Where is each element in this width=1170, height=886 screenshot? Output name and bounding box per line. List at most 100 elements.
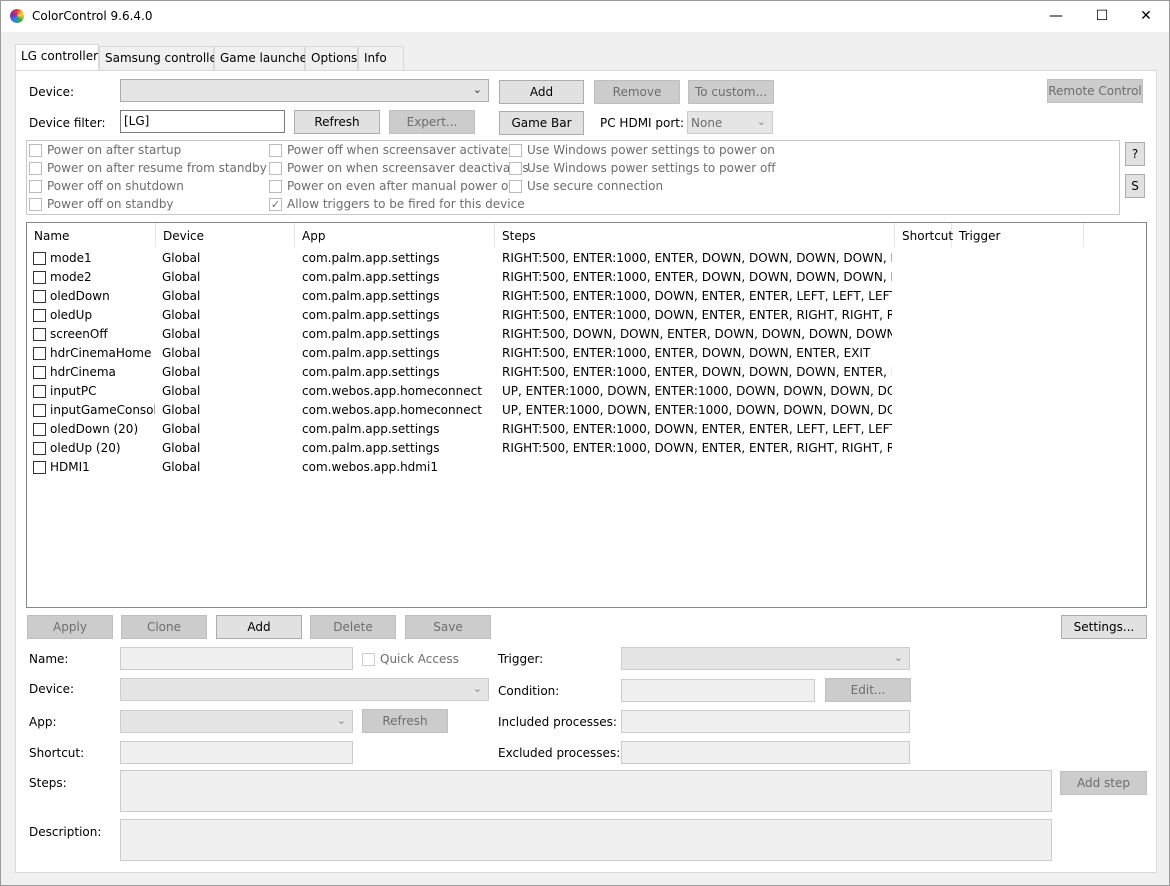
game-bar-button[interactable]: Game Bar [499,111,584,135]
table-row[interactable]: inputGameConsole Global com.webos.app.home… [27,401,1146,420]
windows-power-off-checkbox[interactable]: Use Windows power settings to power off [509,161,776,175]
column-header-app[interactable]: App [295,223,495,247]
allow-triggers-checkbox[interactable]: ✓ Allow triggers to be fired for this dev… [269,197,525,211]
power-on-after-manual-off-checkbox[interactable]: Power on even after manual power off [269,179,517,193]
table-row[interactable]: hdrCinema Global com.palm.app.settings RIGH… [27,363,1146,382]
table-row[interactable]: screenOff Global com.palm.app.settings RIGH… [27,325,1146,344]
cell-device: Global [162,289,201,303]
column-header-name[interactable]: Name [27,223,156,247]
row-checkbox[interactable] [33,290,46,303]
apply-button[interactable]: Apply [27,615,113,639]
power-on-screensaver-deactivates-checkbox[interactable]: Power on when screensaver deactivates [269,161,529,175]
row-checkbox[interactable] [33,252,46,265]
condition-label: Condition: [498,684,560,698]
expert-button[interactable]: Expert... [389,110,475,134]
table-row[interactable]: oledDown Global com.palm.app.settings RIGHT… [27,287,1146,306]
add-preset-button[interactable]: Add [216,615,302,639]
cell-steps: RIGHT:500, ENTER:1000, ENTER, DOWN, DOWN… [502,365,892,379]
table-row[interactable]: mode2 Global com.palm.app.settings RIGHT:50… [27,268,1146,287]
cell-app: com.palm.app.settings [302,441,440,455]
row-checkbox[interactable] [33,309,46,322]
presets-table[interactable]: Name Device App Steps Shortcut Trigger m… [26,222,1147,608]
row-checkbox[interactable] [33,442,46,455]
excluded-processes-field[interactable] [621,741,910,764]
minimize-button[interactable]: — [1033,1,1079,32]
shortcut-field[interactable] [120,741,353,764]
tab-game-launcher[interactable]: Game launcher [214,46,312,70]
close-button[interactable]: ✕ [1123,1,1169,32]
s-button[interactable]: S [1125,174,1145,198]
settings-button[interactable]: Settings... [1061,615,1147,639]
refresh-devices-button[interactable]: Refresh [294,110,380,134]
column-header-steps[interactable]: Steps [495,223,895,247]
device-select[interactable]: ⌄ [120,79,489,102]
table-row[interactable]: oledDown (20) Global com.palm.app.settings… [27,420,1146,439]
cell-steps: RIGHT:500, ENTER:1000, ENTER, DOWN, DOWN… [502,346,871,360]
checkbox-icon [269,161,282,175]
cell-device: Global [162,327,201,341]
power-on-after-startup-checkbox[interactable]: Power on after startup [29,143,181,157]
maximize-button[interactable]: ☐ [1079,1,1125,32]
cell-steps: RIGHT:500, ENTER:1000, DOWN, ENTER, ENTE… [502,308,892,322]
secure-connection-checkbox[interactable]: Use secure connection [509,179,663,193]
trigger-select[interactable]: ⌄ [621,647,910,670]
refresh-apps-button[interactable]: Refresh [362,709,448,733]
device-editor-label: Device: [29,682,75,696]
row-checkbox[interactable] [33,461,46,474]
column-header-trigger[interactable]: Trigger [952,223,1084,247]
to-custom-button[interactable]: To custom... [688,80,774,104]
table-row[interactable]: oledUp Global com.palm.app.settings RIGHT:5… [27,306,1146,325]
title-bar: ColorControl 9.6.4.0 — ☐ ✕ [1,1,1169,32]
row-checkbox[interactable] [33,271,46,284]
included-processes-field[interactable] [621,710,910,733]
description-field[interactable] [120,819,1052,861]
cell-name: mode2 [50,270,92,284]
pc-hdmi-port-select[interactable]: None ⌄ [687,111,773,134]
tab-options[interactable]: Options [305,46,358,70]
remote-control-button[interactable]: Remote Control [1047,79,1143,103]
tab-lg-controller[interactable]: LG controller [15,44,99,70]
row-checkbox[interactable] [33,366,46,379]
description-label: Description: [29,825,102,839]
checkbox-label: Power on when screensaver deactivates [287,161,529,175]
power-off-on-standby-checkbox[interactable]: Power off on standby [29,197,174,211]
remove-device-button[interactable]: Remove [594,80,680,104]
cell-name: mode1 [50,251,92,265]
add-device-button[interactable]: Add [499,80,584,104]
steps-field[interactable] [120,770,1052,812]
row-checkbox[interactable] [33,404,46,417]
delete-button[interactable]: Delete [310,615,396,639]
device-editor-select[interactable]: ⌄ [120,678,489,701]
column-header-shortcut[interactable]: Shortcut [895,223,953,247]
table-row[interactable]: HDMI1 Global com.webos.app.hdmi1 [27,458,1146,477]
clone-button[interactable]: Clone [121,615,207,639]
save-button[interactable]: Save [405,615,491,639]
power-off-on-shutdown-checkbox[interactable]: Power off on shutdown [29,179,184,193]
name-field[interactable] [120,647,353,670]
table-row[interactable]: mode1 Global com.palm.app.settings RIGHT:50… [27,249,1146,268]
tab-samsung-controller[interactable]: Samsung controller [99,46,222,70]
row-checkbox[interactable] [33,385,46,398]
row-checkbox[interactable] [33,347,46,360]
checkbox-label: Allow triggers to be fired for this devi… [287,197,525,211]
cell-device: Global [162,422,201,436]
condition-field[interactable] [621,679,815,702]
help-button[interactable]: ? [1125,142,1145,166]
edit-condition-button[interactable]: Edit... [825,678,911,702]
power-off-screensaver-activates-checkbox[interactable]: Power off when screensaver activates [269,143,514,157]
app-select[interactable]: ⌄ [120,710,353,733]
windows-power-on-checkbox[interactable]: Use Windows power settings to power on [509,143,775,157]
add-step-button[interactable]: Add step [1060,771,1147,795]
tab-info[interactable]: Info [358,46,404,70]
chevron-down-icon: ⌄ [472,83,482,96]
column-header-device[interactable]: Device [156,223,295,247]
cell-app: com.palm.app.settings [302,251,440,265]
quick-access-checkbox[interactable]: Quick Access [362,652,459,666]
table-row[interactable]: oledUp (20) Global com.palm.app.settings RI… [27,439,1146,458]
device-filter-input[interactable]: [LG] [120,110,285,133]
table-row[interactable]: inputPC Global com.webos.app.homeconnect UP… [27,382,1146,401]
power-on-after-resume-checkbox[interactable]: Power on after resume from standby [29,161,267,175]
row-checkbox[interactable] [33,328,46,341]
table-row[interactable]: hdrCinemaHome Global com.palm.app.settings… [27,344,1146,363]
row-checkbox[interactable] [33,423,46,436]
